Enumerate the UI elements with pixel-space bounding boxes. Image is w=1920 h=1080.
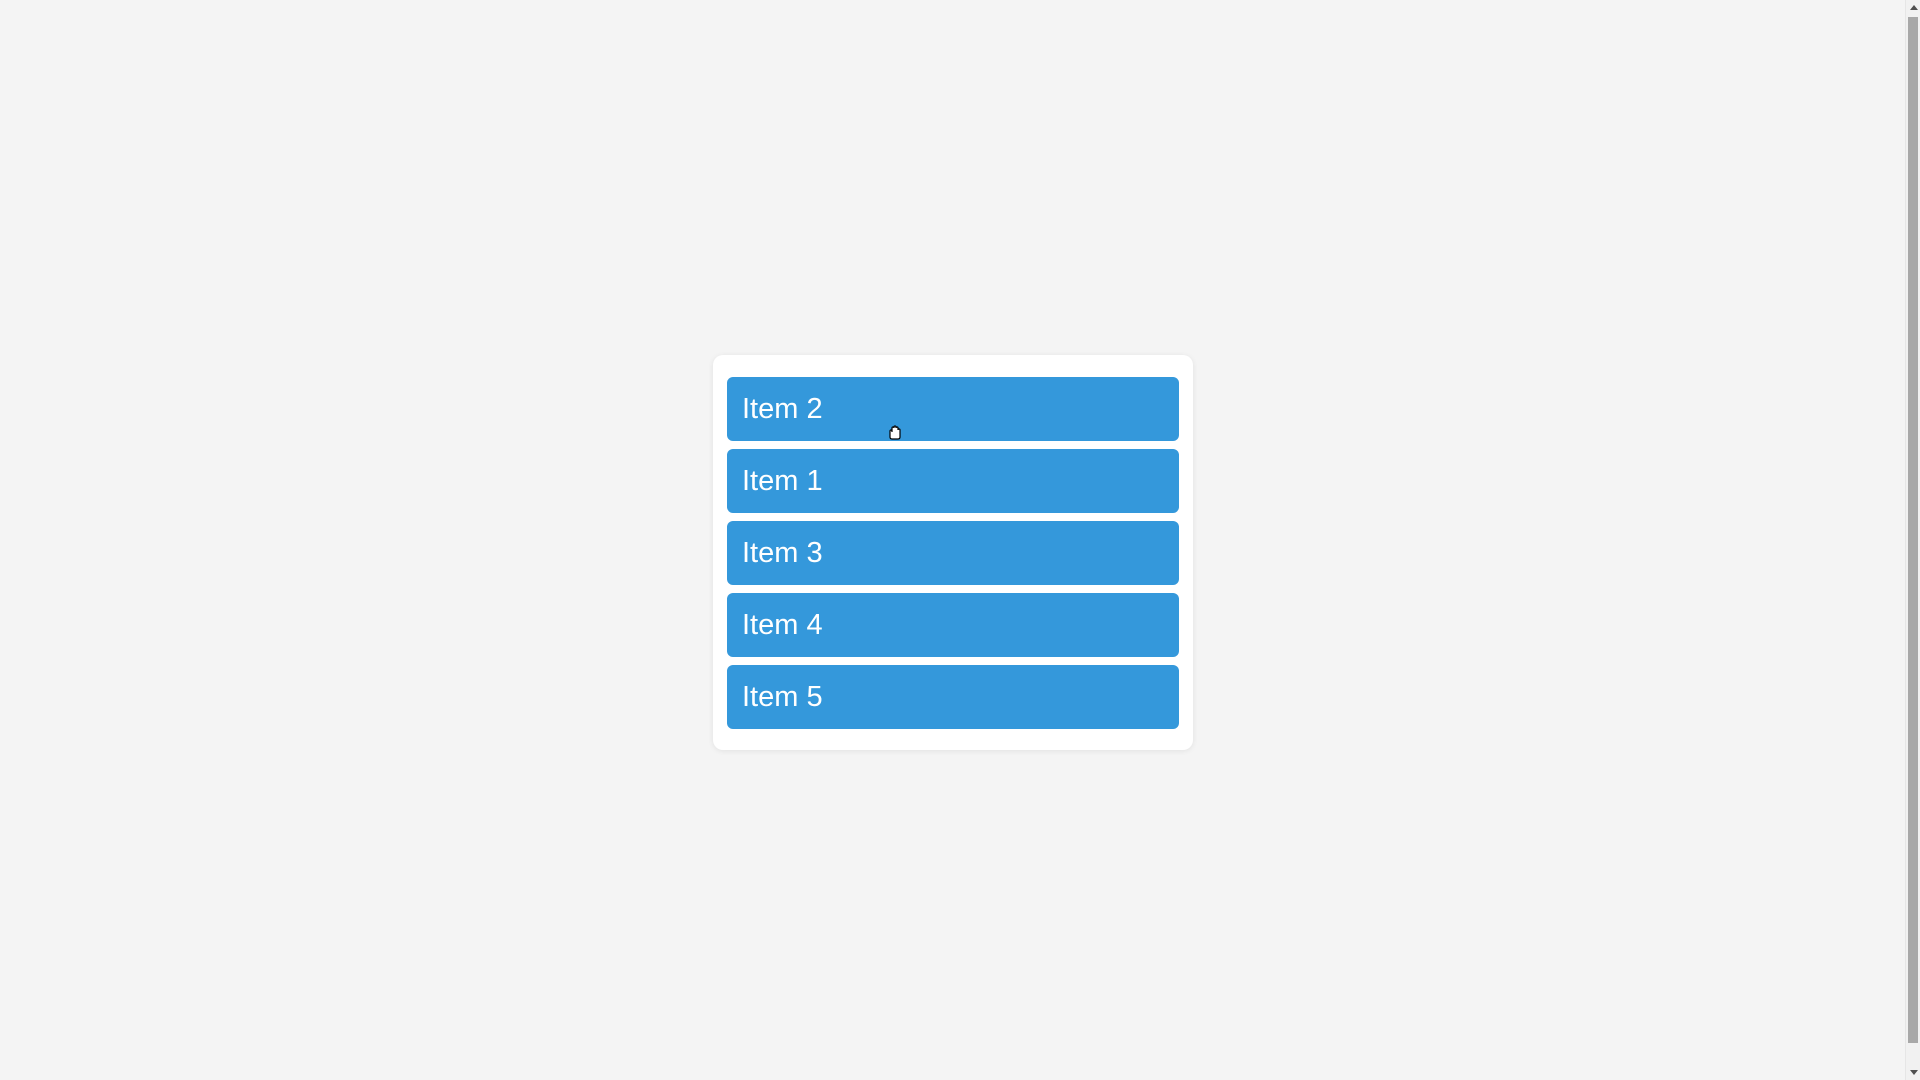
list-item-label: Item 5 bbox=[742, 681, 823, 713]
list-item-label: Item 4 bbox=[742, 609, 823, 641]
list-item-label: Item 3 bbox=[742, 537, 823, 569]
list-item-label: Item 1 bbox=[742, 465, 823, 497]
page-viewport: Item 2 Item 1 Item 3 Item 4 Item 5 bbox=[0, 0, 1905, 1080]
grab-hand-cursor-icon bbox=[888, 399, 902, 440]
list-item-item-4[interactable]: Item 4 bbox=[727, 593, 1179, 657]
vertical-scrollbar[interactable] bbox=[1905, 0, 1920, 1080]
list-item-label: Item 2 bbox=[742, 393, 823, 425]
list-item-item-3[interactable]: Item 3 bbox=[727, 521, 1179, 585]
sortable-list-container: Item 2 Item 1 Item 3 Item 4 Item 5 bbox=[713, 355, 1193, 750]
scroll-up-icon[interactable] bbox=[1906, 0, 1920, 15]
list-item-item-1[interactable]: Item 1 bbox=[727, 449, 1179, 513]
list-item-item-5[interactable]: Item 5 bbox=[727, 665, 1179, 729]
scroll-down-icon[interactable] bbox=[1906, 1065, 1920, 1080]
scrollbar-thumb[interactable] bbox=[1908, 17, 1918, 1043]
list-item-item-2[interactable]: Item 2 bbox=[727, 377, 1179, 441]
